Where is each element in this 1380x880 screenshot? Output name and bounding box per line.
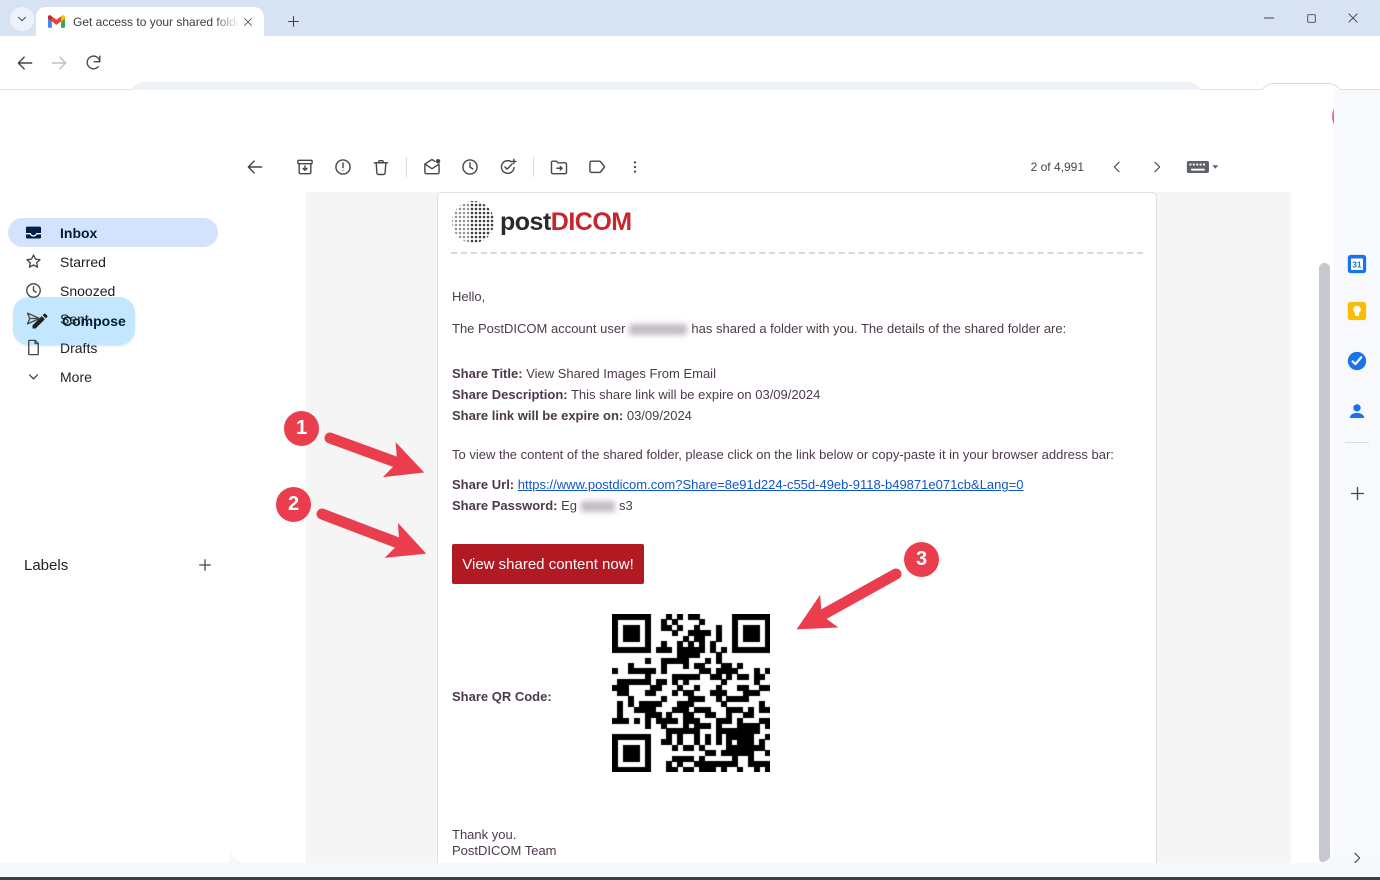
tab-strip: Get access to your shared folde [0, 0, 1380, 36]
calendar-icon[interactable]: 31 [1346, 253, 1368, 275]
view-shared-content-button[interactable]: View shared content now! [452, 544, 644, 584]
logo-post-text: post [500, 208, 551, 236]
delete-button[interactable] [362, 148, 400, 186]
browser-window: Get access to your shared folde mail.goo… [0, 0, 1380, 880]
clock-icon [24, 281, 43, 300]
qr-code-label: Share QR Code: [452, 689, 552, 704]
labels-header: Labels [24, 557, 68, 574]
snooze-button[interactable] [451, 148, 489, 186]
sidebar-item-more[interactable]: More [8, 362, 218, 391]
email-body-background: postDICOM Hello, The PostDICOM account u… [306, 192, 1291, 863]
intro-text: The PostDICOM account userhas shared a f… [452, 321, 1142, 336]
browser-toolbar: mail.google.com/mail/u/0/#inbox/FMfcgzGx… [0, 36, 1380, 90]
draft-icon [24, 338, 43, 357]
tab-title: Get access to your shared folde [73, 15, 239, 29]
window-controls [1262, 0, 1372, 36]
calendar-day-label: 31 [1352, 260, 1362, 269]
bottom-strip [0, 863, 1380, 877]
archive-button[interactable] [286, 148, 324, 186]
sidebar-item-label: Sent [60, 311, 89, 327]
google-side-rail: 31 [1334, 90, 1380, 877]
closing-text: Thank you. [452, 827, 1142, 842]
sidebar-item-drafts[interactable]: Drafts [8, 333, 218, 362]
postdicom-globe-icon [450, 199, 496, 245]
tasks-icon[interactable] [1346, 350, 1368, 372]
add-to-tasks-button[interactable] [489, 148, 527, 186]
annotation-badge-2: 2 [276, 487, 311, 522]
share-url-link[interactable]: https://www.postdicom.com?Share=8e91d224… [518, 477, 1024, 492]
gmail-sidebar: Compose Inbox Starred Snoozed Sent Draft… [0, 143, 230, 863]
back-to-inbox-button[interactable] [236, 148, 274, 186]
email-content-card: postDICOM Hello, The PostDICOM account u… [437, 192, 1157, 863]
share-url-row: Share Url: https://www.postdicom.com?Sha… [452, 477, 1142, 492]
back-button[interactable] [8, 46, 42, 80]
report-spam-button[interactable] [324, 148, 362, 186]
toolbar-divider [406, 157, 407, 177]
sidebar-item-label: Inbox [60, 225, 97, 241]
redacted-username [629, 324, 687, 335]
mail-view-card: 2 of 4,991 p [230, 143, 1334, 863]
gmail-favicon-icon [48, 15, 65, 28]
sidebar-item-label: Snoozed [60, 283, 115, 299]
more-options-icon[interactable] [616, 148, 654, 186]
sidebar-item-snoozed[interactable]: Snoozed [8, 276, 218, 305]
sidebar-item-label: Starred [60, 254, 106, 270]
minimize-button[interactable] [1262, 11, 1276, 25]
share-password-row: Share Password: Egs3 [452, 498, 1142, 513]
instruction-text: To view the content of the shared folder… [452, 447, 1142, 462]
logo-dicom-text: DICOM [551, 208, 632, 236]
share-title-row: Share Title: View Shared Images From Ema… [452, 366, 1142, 381]
keep-icon[interactable] [1346, 300, 1368, 322]
mail-toolbar: 2 of 4,991 [230, 143, 1334, 190]
move-to-button[interactable] [540, 148, 578, 186]
mark-unread-button[interactable] [413, 148, 451, 186]
newer-email-button[interactable] [1102, 148, 1132, 186]
tab-close-icon[interactable] [239, 13, 256, 30]
reload-button[interactable] [76, 46, 110, 80]
close-button[interactable] [1346, 11, 1360, 25]
chevron-down-icon [15, 12, 29, 26]
forward-button[interactable] [42, 46, 76, 80]
redacted-password [581, 501, 615, 512]
signature-text: PostDICOM Team [452, 843, 1142, 858]
share-qr-code [612, 614, 770, 772]
inbox-icon [24, 223, 43, 242]
input-tools-button[interactable] [1182, 148, 1224, 186]
contacts-icon[interactable] [1346, 400, 1368, 422]
postdicom-logo: postDICOM [450, 199, 632, 245]
get-addons-icon[interactable] [1345, 481, 1369, 505]
browser-tab[interactable]: Get access to your shared folde [36, 7, 264, 36]
sidebar-item-label: More [60, 369, 92, 385]
pagination: 2 of 4,991 [1031, 143, 1224, 190]
share-expiry-row: Share link will be expire on: 03/09/2024 [452, 408, 1142, 423]
sidebar-item-label: Drafts [60, 340, 97, 356]
labels-button[interactable] [578, 148, 616, 186]
labels-section: Labels [24, 556, 214, 574]
share-description-row: Share Description: This share link will … [452, 387, 1142, 402]
gmail-header: Gmail Search mail [0, 90, 1380, 143]
new-tab-button[interactable] [280, 8, 306, 34]
toolbar-divider [533, 157, 534, 177]
sidebar-item-sent[interactable]: Sent [8, 304, 218, 333]
older-email-button[interactable] [1142, 148, 1172, 186]
star-icon [24, 252, 43, 271]
rail-divider [1345, 442, 1369, 443]
add-label-icon[interactable] [196, 556, 214, 574]
greeting-text: Hello, [452, 289, 1142, 304]
email-scrollbar[interactable] [1319, 263, 1330, 863]
send-icon [24, 309, 43, 328]
email-count: 2 of 4,991 [1031, 160, 1084, 174]
chevron-down-icon [24, 367, 43, 386]
annotation-badge-3: 3 [904, 542, 939, 577]
separator [451, 252, 1143, 254]
maximize-button[interactable] [1304, 11, 1318, 25]
sidebar-item-starred[interactable]: Starred [8, 247, 218, 276]
tab-search-button[interactable] [10, 7, 34, 31]
annotation-badge-1: 1 [284, 411, 319, 446]
sidebar-item-inbox[interactable]: Inbox [8, 218, 218, 247]
